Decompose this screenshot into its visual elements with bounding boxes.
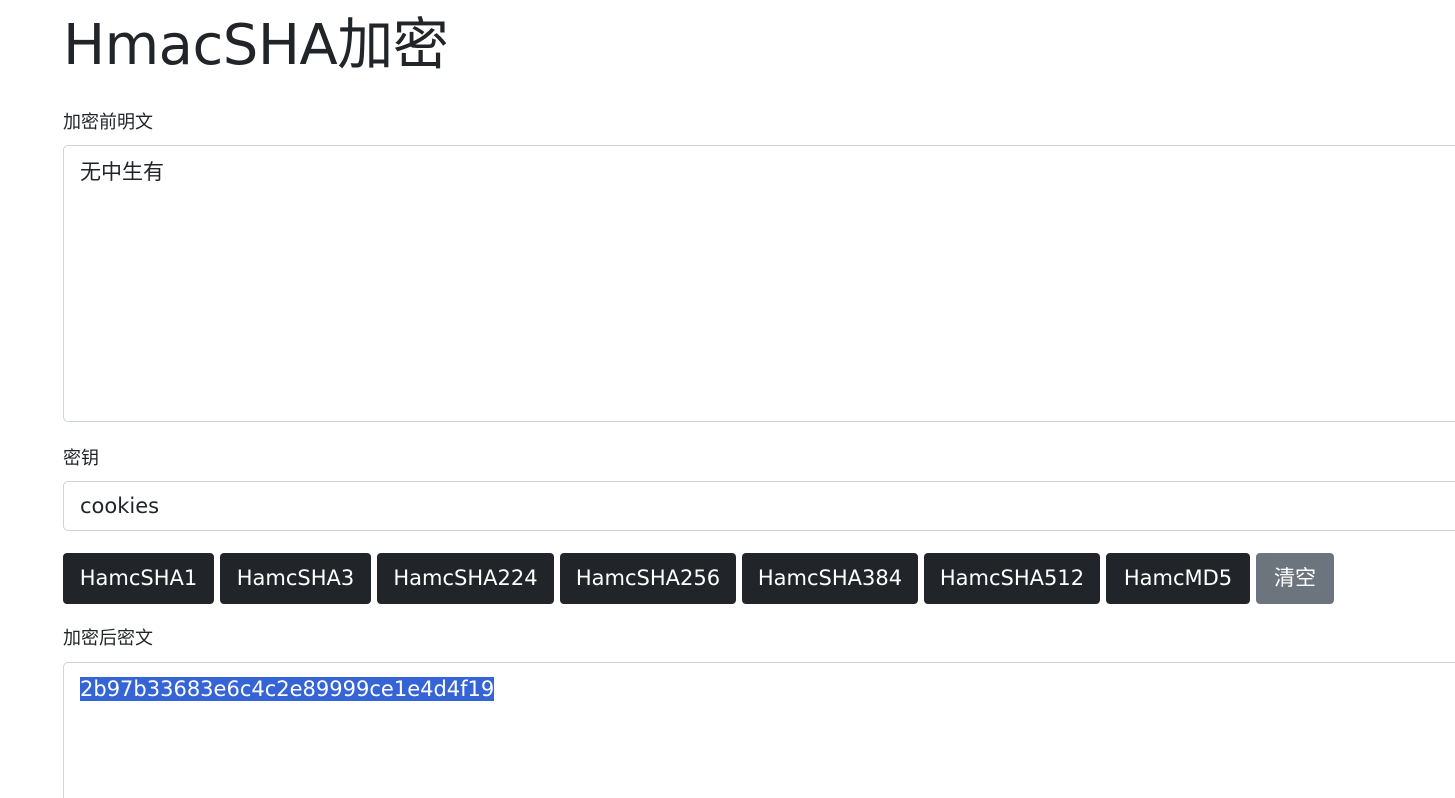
hamc-sha224-button[interactable]: HamcSHA224: [377, 553, 554, 604]
plaintext-input[interactable]: 无中生有: [63, 145, 1455, 422]
hamc-sha512-button[interactable]: HamcSHA512: [924, 553, 1100, 604]
hamc-md5-button[interactable]: HamcMD5: [1106, 553, 1250, 604]
ciphertext-selected-value: 2b97b33683e6c4c2e89999ce1e4d4f19: [80, 677, 495, 701]
hamc-sha256-button[interactable]: HamcSHA256: [560, 553, 736, 604]
hamc-sha1-button[interactable]: HamcSHA1: [63, 553, 214, 604]
ciphertext-output[interactable]: 2b97b33683e6c4c2e89999ce1e4d4f19: [63, 662, 1455, 798]
hamc-sha384-button[interactable]: HamcSHA384: [742, 553, 918, 604]
page-title: HmacSHA加密: [63, 13, 449, 78]
key-input[interactable]: cookies: [63, 481, 1455, 531]
hamc-sha3-button[interactable]: HamcSHA3: [220, 553, 371, 604]
encryption-button-group: HamcSHA1 HamcSHA3 HamcSHA224 HamcSHA256 …: [63, 553, 1334, 604]
plaintext-label: 加密前明文: [63, 112, 153, 133]
key-label: 密钥: [63, 448, 99, 469]
plaintext-value: 无中生有: [80, 160, 164, 184]
key-value: cookies: [80, 494, 160, 518]
clear-button[interactable]: 清空: [1256, 553, 1334, 604]
ciphertext-label: 加密后密文: [63, 628, 153, 649]
hmac-sha-page: HmacSHA加密 加密前明文 无中生有 密钥 cookies HamcSHA1…: [0, 0, 1455, 798]
